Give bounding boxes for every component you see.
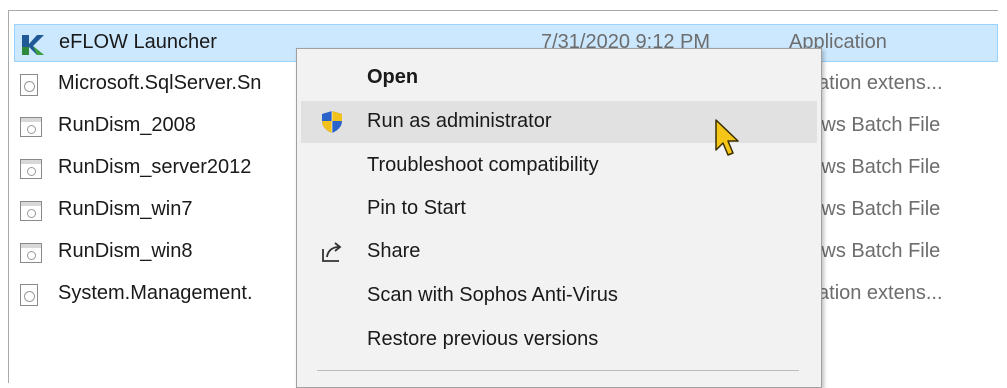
- batch-file-icon: [20, 158, 42, 180]
- file-name: System.Management.: [58, 282, 253, 304]
- file-name: eFLOW Launcher: [59, 31, 217, 53]
- menu-item-label: Open: [367, 66, 419, 88]
- dll-file-icon: [20, 284, 42, 306]
- menu-separator: [317, 370, 799, 371]
- file-name: RunDism_2008: [58, 114, 196, 136]
- menu-item-label: Scan with Sophos Anti-Virus: [367, 284, 618, 306]
- batch-file-icon: [20, 116, 42, 138]
- eflow-app-icon: [21, 33, 44, 55]
- menu-item-scan-sophos[interactable]: Scan with Sophos Anti-Virus: [301, 275, 817, 317]
- menu-item-open[interactable]: Open: [301, 57, 817, 99]
- menu-item-label: Pin to Start: [367, 197, 466, 219]
- dll-file-icon: [20, 74, 42, 96]
- share-icon: [319, 239, 345, 265]
- context-menu: Open Run as administrator Troubleshoot c…: [296, 48, 822, 388]
- file-name: RunDism_server2012: [58, 156, 252, 178]
- file-name: Microsoft.SqlServer.Sn: [58, 72, 262, 94]
- menu-item-share[interactable]: Share: [301, 231, 817, 273]
- menu-item-label: Share: [367, 240, 421, 262]
- mouse-cursor-icon: [714, 118, 744, 160]
- batch-file-icon: [20, 242, 42, 264]
- uac-shield-icon: [319, 109, 345, 135]
- file-name: RunDism_win7: [58, 198, 193, 220]
- batch-file-icon: [20, 200, 42, 222]
- menu-item-label: Run as administrator: [367, 110, 552, 132]
- menu-item-label: Restore previous versions: [367, 328, 599, 350]
- file-name: RunDism_win8: [58, 240, 193, 262]
- menu-item-label: Troubleshoot compatibility: [367, 154, 599, 176]
- menu-item-restore-previous-versions[interactable]: Restore previous versions: [301, 319, 817, 361]
- menu-item-pin-to-start[interactable]: Pin to Start: [301, 188, 817, 230]
